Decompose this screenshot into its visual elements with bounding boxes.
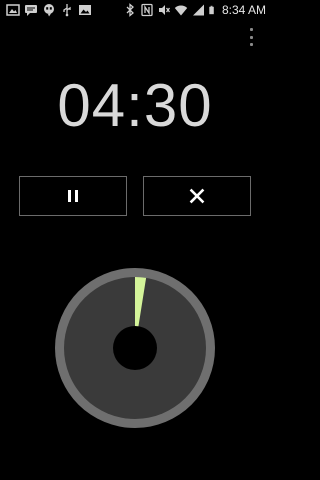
usb-icon: [63, 4, 71, 17]
battery-icon: [209, 5, 214, 15]
pause-button[interactable]: [19, 176, 127, 216]
status-time: 8:34 AM: [221, 3, 266, 17]
close-icon: [189, 188, 205, 204]
pause-icon: [68, 190, 78, 202]
system-icons: 8:34 AM: [123, 2, 266, 18]
signal-icon: [192, 4, 204, 16]
picture-icon: [6, 4, 20, 16]
status-bar: 8:34 AM: [0, 0, 270, 20]
mute-icon: [158, 5, 170, 15]
dial-center-hole: [113, 326, 157, 370]
wifi-icon: [174, 5, 188, 16]
chat-icon: [25, 5, 37, 16]
timer-progress-dial: [55, 268, 215, 428]
overflow-menu-icon[interactable]: [248, 28, 254, 46]
nfc-icon: [141, 3, 153, 17]
timer-display: 04:30: [57, 72, 213, 139]
image-icon: [79, 5, 91, 15]
bluetooth-icon: [126, 3, 134, 17]
cancel-button[interactable]: [143, 176, 251, 216]
notification-icons: [6, 3, 92, 17]
hangouts-icon: [44, 4, 54, 17]
